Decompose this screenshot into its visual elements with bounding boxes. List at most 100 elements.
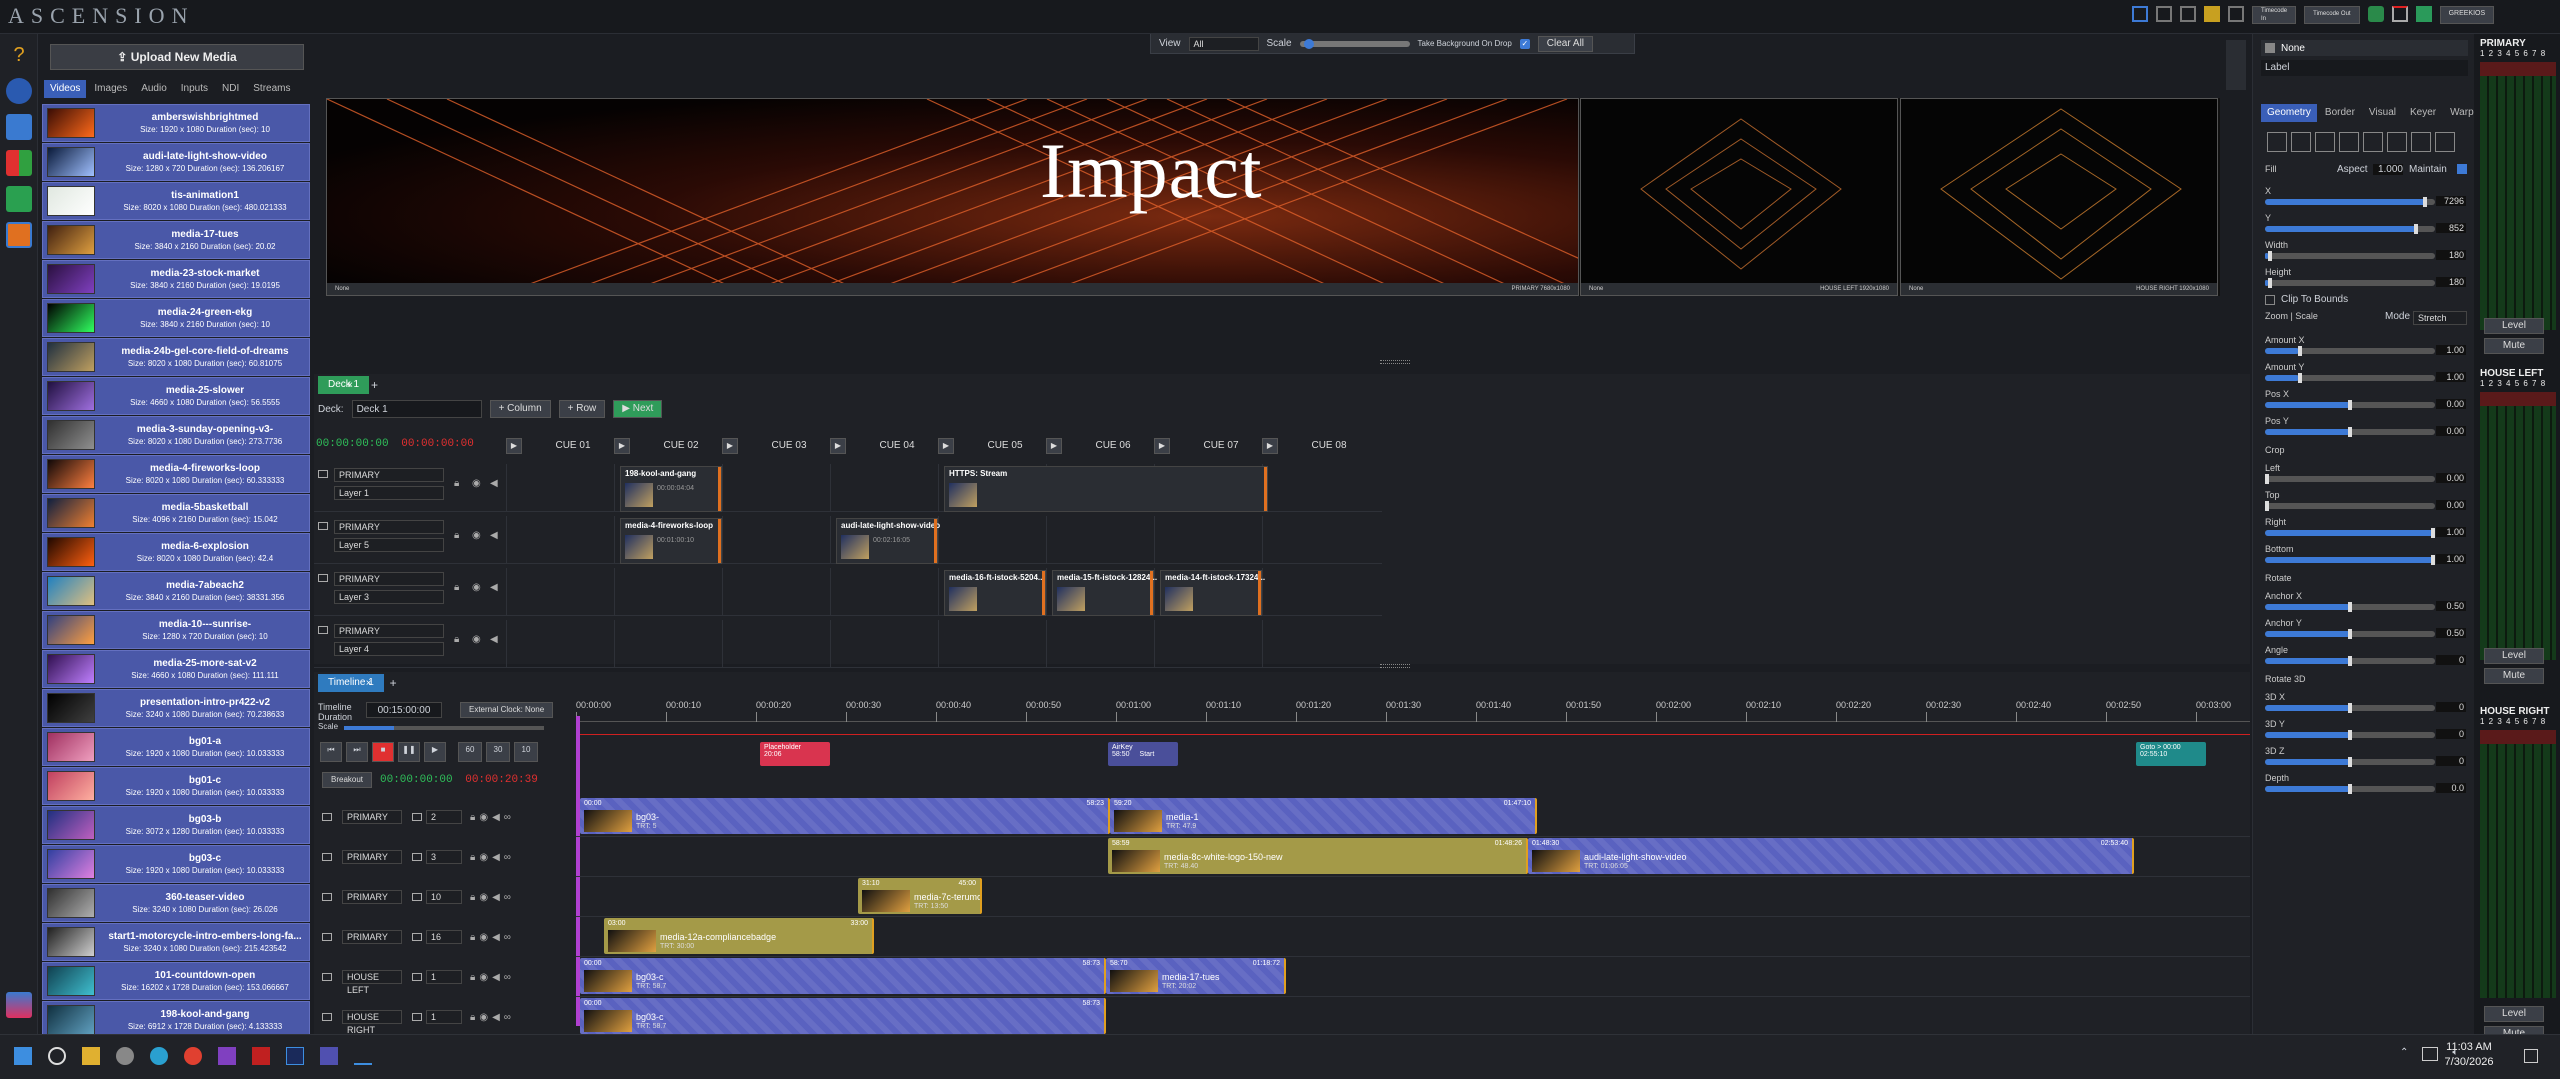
distribute-v-icon[interactable] [2435,132,2455,152]
slider-knob[interactable] [2268,251,2273,261]
param-value[interactable]: 0.00 [2436,399,2466,409]
eye-icon[interactable]: ◉ [479,812,488,823]
lock-icon[interactable]: 🔒︎ [454,530,459,541]
level-button[interactable]: Level [2484,648,2544,664]
layer-select[interactable]: Layer 1 [334,486,444,500]
media-item[interactable]: media-25-slower Size: 4660 x 1080 Duratio… [42,377,310,415]
slider-knob[interactable] [2431,555,2435,565]
lock-icon[interactable]: 🔒︎ [470,932,475,943]
user-button[interactable]: GREEKIOS [2439,6,2495,24]
cue-play-icon[interactable]: ▶ [1046,438,1062,454]
eye-icon[interactable]: ◉ [479,1012,488,1023]
slider-knob[interactable] [2348,730,2352,740]
cue-play-icon[interactable]: ▶ [506,438,522,454]
tab-timeline-1[interactable]: Timeline 1 [318,674,384,692]
cue-play-icon[interactable]: ▶ [722,438,738,454]
aspect-input[interactable]: 1.000 [2373,164,2403,175]
add-column-button[interactable]: + Column [489,400,551,418]
tab-ndi[interactable]: NDI [216,80,245,98]
param-value[interactable]: 0 [2436,702,2466,712]
clip-checkbox[interactable] [2265,294,2275,305]
mode-select[interactable]: Stretch [2413,311,2467,325]
param-value[interactable]: 852 [2436,223,2466,233]
timeline-clip[interactable]: 01:48:30 02:53:40 audi-late-light-show-vid… [1528,838,2134,874]
lock-icon[interactable]: 🔒︎ [470,1012,475,1023]
media-item[interactable]: media-24b-gel-core-field-of-dreams Size: … [42,338,310,376]
align-left-icon[interactable] [2267,132,2287,152]
window-icon[interactable] [2180,6,2196,22]
eye-icon[interactable]: ◉ [472,582,481,593]
speaker-icon[interactable]: ◀ [492,892,500,903]
speaker-icon[interactable]: ◀ [490,530,498,541]
output-select[interactable]: PRIMARY [334,520,444,534]
speaker-icon[interactable]: ◀ [492,1012,500,1023]
media-icon[interactable] [6,114,32,140]
timeline-clip[interactable]: 00:00 58:73 bg03-c TRT: 58.7 [580,998,1106,1034]
vs-icon[interactable] [218,1047,236,1065]
param-slider[interactable] [2265,224,2435,234]
param-value[interactable]: 0.0 [2436,783,2466,793]
speaker-icon[interactable]: ◀ [492,972,500,983]
lock-icon[interactable]: 🔒︎ [470,812,475,823]
close-deck-icon[interactable]: × [347,380,353,391]
duration-input[interactable]: 00:15:00:00 [366,702,442,718]
scale-slider[interactable] [1299,38,1410,49]
link-icon[interactable]: ∞ [504,972,511,983]
param-value[interactable]: 0.50 [2436,628,2466,638]
slider-knob[interactable] [2268,278,2273,288]
distribute-h-icon[interactable] [2411,132,2431,152]
resize-handle[interactable] [1380,360,1410,364]
slider-knob[interactable] [2265,474,2269,484]
media-item[interactable]: media-7abeach2 Size: 3840 x 2160 Duration… [42,572,310,610]
slider-knob[interactable] [2348,602,2352,612]
param-value[interactable]: 1.00 [2436,554,2466,564]
slider-knob[interactable] [2431,528,2435,538]
source-name[interactable]: None [2281,43,2305,54]
lock-icon[interactable]: 🔒︎ [454,582,459,593]
cue-cell[interactable]: media-14-ft-istock-17324... [1160,570,1265,616]
media-item[interactable]: 101-countdown-open Size: 16202 x 1728 Dur… [42,962,310,1000]
eye-icon[interactable]: ◉ [472,530,481,541]
take-bg-checkbox[interactable]: ✓ [1519,38,1530,49]
speaker-icon[interactable]: ◀ [490,582,498,593]
param-slider[interactable] [2265,251,2435,261]
link-icon[interactable]: ∞ [504,932,511,943]
speaker-icon[interactable]: ◀ [492,932,500,943]
param-slider[interactable] [2265,555,2435,565]
param-slider[interactable] [2265,703,2435,713]
param-value[interactable]: 0 [2436,729,2466,739]
add-row-button[interactable]: + Row [558,400,606,418]
media-item[interactable]: media-24-green-ekg Size: 3840 x 2160 Dura… [42,299,310,337]
output-house-left[interactable]: None HOUSE LEFT 1920x1080 [1580,98,1898,296]
param-slider[interactable] [2265,278,2435,288]
layer-select[interactable]: Layer 4 [334,642,444,656]
media-item[interactable]: amberswishbrightmed Size: 1920 x 1080 Dur… [42,104,310,142]
track-layer-select[interactable]: 3 [426,850,462,864]
cue-play-icon[interactable]: ▶ [1262,438,1278,454]
timeline-clip[interactable]: 00:00 58:73 bg03-c TRT: 58.7 [580,958,1106,994]
jog-60-button[interactable]: 60 [458,742,482,762]
media-item[interactable]: bg01-a Size: 1920 x 1080 Duration (sec): … [42,728,310,766]
param-slider[interactable] [2265,730,2435,740]
media-item[interactable]: audi-late-light-show-video Size: 1280 x 7… [42,143,310,181]
slider-knob[interactable] [2348,784,2352,794]
tab-inputs[interactable]: Inputs [175,80,214,98]
eye-icon[interactable]: ◉ [479,972,488,983]
media-item[interactable]: media-6-explosion Size: 8020 x 1080 Durat… [42,533,310,571]
settings-icon[interactable] [6,78,32,104]
link-icon[interactable]: ∞ [504,852,511,863]
layers-icon[interactable] [6,222,32,248]
explorer-icon[interactable] [82,1047,100,1065]
output-house-right[interactable]: None HOUSE RIGHT 1920x1080 [1900,98,2218,296]
slider-knob[interactable] [2348,703,2352,713]
media-item[interactable]: media-10---sunrise- Size: 1280 x 720 Dura… [42,611,310,649]
cue-cell[interactable]: media-16-ft-istock-5204... [944,570,1046,616]
deck-name-input[interactable]: Deck 1 [351,400,482,418]
lock-icon[interactable]: 🔒︎ [454,478,459,489]
eye-icon[interactable]: ◉ [472,634,481,645]
output-select[interactable]: PRIMARY [334,468,444,482]
camera-icon[interactable] [2156,6,2172,22]
slider-knob[interactable] [2348,629,2352,639]
mute-button[interactable]: Mute [2484,338,2544,354]
cue-play-icon[interactable]: ▶ [830,438,846,454]
